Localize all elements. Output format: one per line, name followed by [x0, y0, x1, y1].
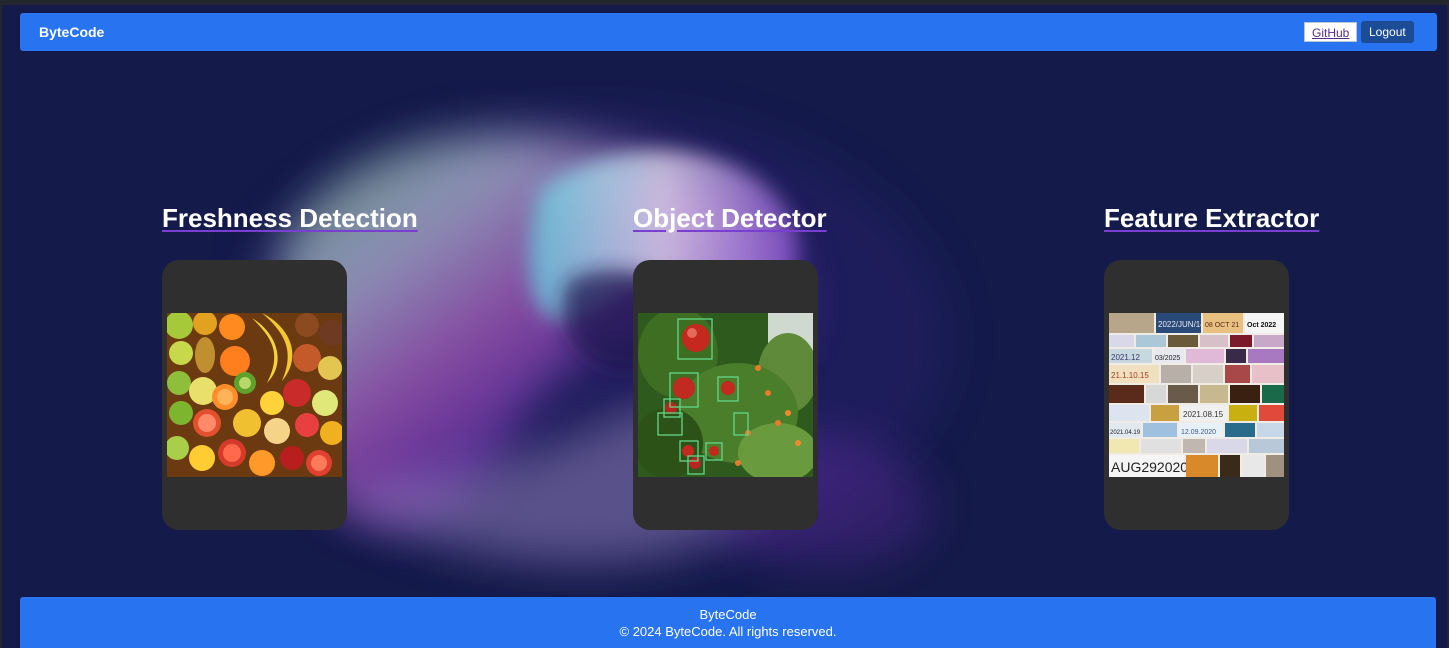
date-text-8: 2021.04.19 [1110, 430, 1141, 436]
fruit-assortment-image [167, 313, 342, 477]
window-top-border [0, 0, 1449, 5]
date-text-10: AUG292020 [1111, 459, 1188, 475]
brand-logo-text[interactable]: ByteCode [39, 24, 104, 40]
footer-brand: ByteCode [699, 607, 757, 622]
date-text-6: 21.1.10.15 [1111, 371, 1149, 380]
date-text-4: 2021.12 [1111, 353, 1140, 362]
date-text-collage-image: 2022/JUN/14 08 OCT 21 Oct 2022 2021.12 0… [1109, 313, 1284, 477]
footer-copyright: © 2024 ByteCode. All rights reserved. [619, 624, 837, 639]
date-text-3: Oct 2022 [1247, 322, 1276, 329]
object-detector-card[interactable] [633, 260, 818, 530]
top-navbar: ByteCode GitHub Logout [20, 13, 1437, 51]
date-text-5: 03/2025 [1155, 355, 1180, 362]
feature-extractor-card[interactable]: 2022/JUN/14 08 OCT 21 Oct 2022 2021.12 0… [1104, 260, 1289, 530]
date-text-2: 08 OCT 21 [1205, 322, 1239, 329]
github-link[interactable]: GitHub [1304, 22, 1358, 42]
date-text-1: 2022/JUN/14 [1158, 320, 1205, 329]
date-text-7: 2021.08.15 [1183, 410, 1224, 419]
logout-button[interactable]: Logout [1361, 21, 1414, 43]
freshness-detection-title[interactable]: Freshness Detection [162, 203, 418, 234]
freshness-detection-card[interactable] [162, 260, 347, 530]
page-footer: ByteCode © 2024 ByteCode. All rights res… [20, 597, 1436, 648]
object-detector-title[interactable]: Object Detector [633, 203, 827, 234]
window-left-border [0, 0, 2, 648]
date-text-9: 12.09.2020 [1181, 429, 1216, 436]
feature-extractor-title[interactable]: Feature Extractor [1104, 203, 1319, 234]
apple-tree-detection-image [638, 313, 813, 477]
